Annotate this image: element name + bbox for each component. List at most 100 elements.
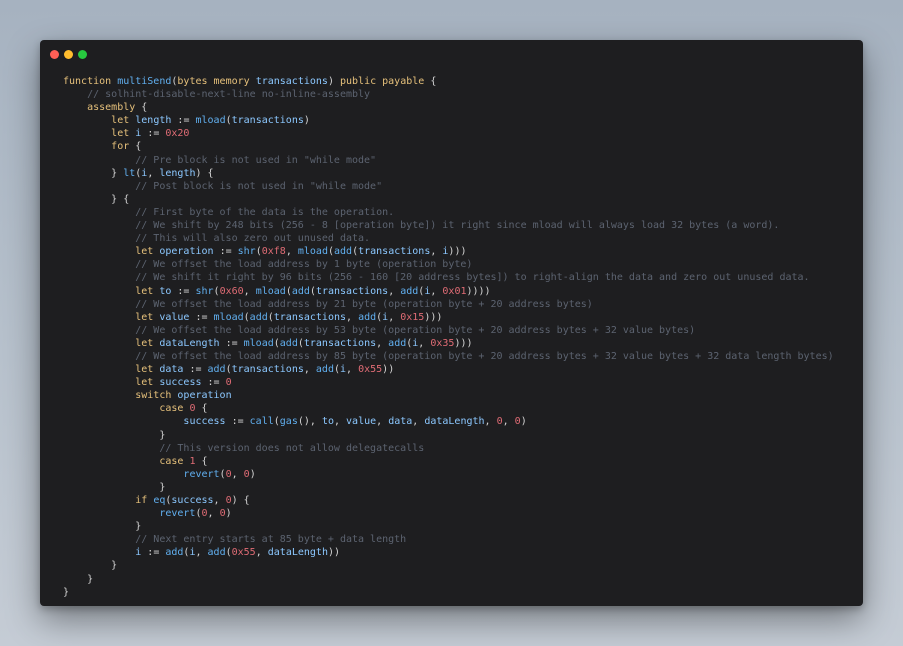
code-punctuation: , xyxy=(484,416,497,428)
code-identifier: transactions xyxy=(231,364,304,376)
code-keyword: let xyxy=(111,115,136,127)
code-line: } xyxy=(63,573,834,586)
code-function: eq xyxy=(153,495,166,506)
code-function: mload xyxy=(243,337,274,349)
code-punctuation: , xyxy=(195,547,208,559)
code-punctuation: , xyxy=(213,495,226,506)
code-line: let value := mload(add(transactions, add… xyxy=(63,311,834,324)
code-keyword: for xyxy=(111,141,136,153)
code-line: // solhint-disable-next-line no-inline-a… xyxy=(63,88,834,101)
code-window: function multiSend(bytes memory transact… xyxy=(40,40,863,606)
code-line: } { xyxy=(63,193,834,206)
code-function: mload xyxy=(297,246,328,258)
code-punctuation xyxy=(63,286,135,297)
code-comment: // solhint-disable-next-line no-inline-a… xyxy=(87,89,371,101)
code-punctuation xyxy=(63,521,135,532)
code-punctuation xyxy=(63,115,111,126)
code-keyword: let xyxy=(135,337,160,349)
code-punctuation xyxy=(63,416,183,427)
code-number: 0x60 xyxy=(219,285,244,297)
code-identifier: success xyxy=(183,416,232,428)
close-window-icon[interactable] xyxy=(50,50,59,59)
code-punctuation xyxy=(63,207,135,218)
code-punctuation xyxy=(63,246,135,257)
code-line: } xyxy=(63,586,834,599)
code-function: add xyxy=(388,337,407,349)
code-punctuation: { xyxy=(141,102,148,114)
code-punctuation: , xyxy=(147,167,160,179)
code-punctuation xyxy=(63,220,135,231)
code-line: // Post block is not used in "while mode… xyxy=(63,180,834,193)
code-function: revert xyxy=(183,468,220,480)
code-punctuation: } { xyxy=(111,193,130,205)
code-line: let data := add(transactions, add(i, 0x5… xyxy=(63,363,834,376)
code-punctuation: := xyxy=(195,311,214,323)
code-punctuation xyxy=(63,469,183,480)
code-line: // We offset the load address by 53 byte… xyxy=(63,324,834,337)
code-identifier: length xyxy=(135,115,178,127)
code-line: case 0 { xyxy=(63,402,834,415)
code-punctuation: ) xyxy=(520,416,527,428)
code-comment: // We shift it right by 96 bits (256 - 1… xyxy=(135,272,810,284)
code-identifier: transactions xyxy=(231,115,304,127)
code-function: add xyxy=(315,364,334,376)
code-identifier: operation xyxy=(159,246,220,258)
code-identifier: data xyxy=(159,364,190,376)
code-line: // We offset the load address by 21 byte… xyxy=(63,298,834,311)
code-identifier: to xyxy=(321,416,334,428)
code-identifier: operation xyxy=(177,390,232,402)
code-function: gas xyxy=(279,416,298,428)
code-line: let operation := shr(0xf8, mload(add(tra… xyxy=(63,245,834,258)
code-punctuation xyxy=(63,181,135,192)
code-punctuation: ))) xyxy=(448,246,467,258)
window-titlebar xyxy=(40,40,863,68)
code-keyword: let xyxy=(135,311,160,323)
code-function: add xyxy=(165,547,184,559)
code-function: add xyxy=(400,285,419,297)
code-line: // This version does not allow delegatec… xyxy=(63,442,834,455)
code-number: 0x01 xyxy=(442,285,467,297)
code-punctuation xyxy=(63,390,135,401)
code-number: 0 xyxy=(225,377,232,389)
code-punctuation: ) { xyxy=(195,167,214,179)
code-punctuation xyxy=(63,141,111,152)
code-line: // We offset the load address by 85 byte… xyxy=(63,350,833,363)
code-function: mload xyxy=(195,115,226,127)
code-punctuation: (), xyxy=(297,416,322,428)
code-punctuation: , xyxy=(412,416,425,428)
code-punctuation: := xyxy=(219,246,238,258)
zoom-window-icon[interactable] xyxy=(78,50,87,59)
code-punctuation xyxy=(63,574,87,585)
code-punctuation xyxy=(63,560,111,571)
minimize-window-icon[interactable] xyxy=(64,50,73,59)
code-punctuation: := xyxy=(147,547,166,559)
code-keyword: let xyxy=(111,128,136,140)
code-function: add xyxy=(334,246,353,258)
code-punctuation: , xyxy=(285,246,298,258)
code-comment: // Next entry starts at 85 byte + data l… xyxy=(135,534,407,546)
code-line: } xyxy=(63,429,834,442)
code-punctuation xyxy=(63,364,135,375)
code-identifier: to xyxy=(159,285,178,297)
code-identifier: value xyxy=(159,311,196,323)
code-punctuation: , xyxy=(502,416,515,428)
code-punctuation: { xyxy=(430,76,437,87)
code-function: lt xyxy=(123,167,136,179)
code-keyword: payable xyxy=(382,76,431,87)
code-punctuation xyxy=(63,272,135,283)
code-identifier: dataLength xyxy=(267,547,328,559)
code-identifier: success xyxy=(159,377,208,389)
code-punctuation: ) xyxy=(327,76,340,87)
code-punctuation: } xyxy=(159,429,166,441)
code-line: assembly { xyxy=(63,101,834,114)
code-identifier: transactions xyxy=(358,246,431,258)
code-punctuation: , xyxy=(376,337,389,349)
code-keyword: memory xyxy=(213,76,256,87)
code-punctuation: } xyxy=(111,167,124,179)
code-line: // Next entry starts at 85 byte + data l… xyxy=(63,533,834,546)
code-function: shr xyxy=(195,285,214,297)
code-identifier: transactions xyxy=(303,337,377,349)
code-line: // We shift by 248 bits (256 - 8 [operat… xyxy=(63,219,834,232)
code-line: success := call(gas(), to, value, data, … xyxy=(63,415,834,428)
code-comment: // We offset the load address by 1 byte … xyxy=(135,259,473,271)
